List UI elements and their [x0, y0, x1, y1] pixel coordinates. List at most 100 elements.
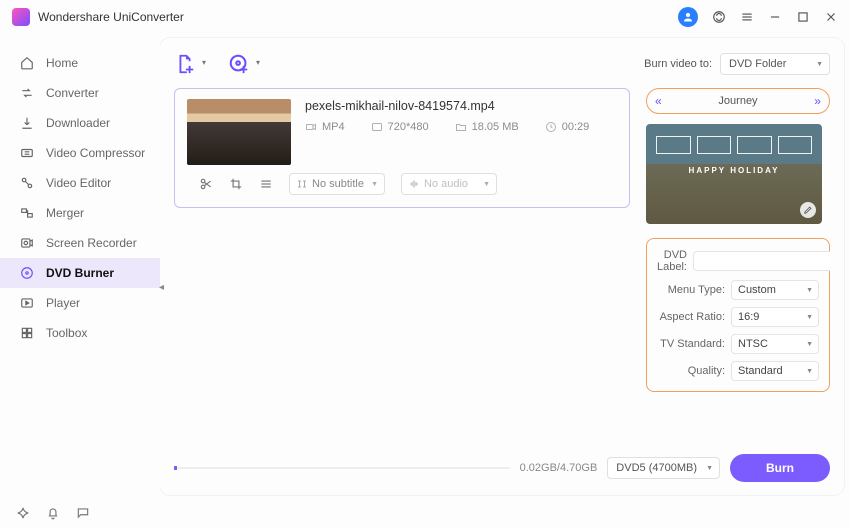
tv-standard-label: TV Standard: — [657, 338, 731, 350]
camera-icon — [305, 121, 317, 133]
menu-type-label: Menu Type: — [657, 284, 731, 296]
clock-icon — [545, 121, 557, 133]
next-template-icon[interactable]: » — [814, 94, 821, 108]
burn-to-value: DVD Folder — [729, 58, 786, 70]
user-avatar-icon[interactable] — [678, 7, 698, 27]
sidebar-item-merger[interactable]: Merger — [0, 198, 160, 228]
sidebar: Home Converter Downloader Video Compress… — [0, 34, 160, 499]
video-column: pexels-mikhail-nilov-8419574.mp4 MP4 720… — [174, 88, 630, 451]
minimize-icon[interactable] — [768, 10, 782, 24]
burn-to-select[interactable]: DVD Folder ▼ — [720, 53, 830, 75]
audio-icon — [408, 178, 420, 190]
disc-type-select[interactable]: DVD5 (4700MB) ▼ — [607, 457, 720, 479]
recorder-icon — [20, 236, 34, 250]
player-icon — [20, 296, 34, 310]
trim-icon[interactable] — [199, 177, 213, 191]
sidebar-item-label: Downloader — [46, 116, 110, 130]
toolbar: ▾ ▾ Burn video to: DVD Folder ▼ — [174, 46, 830, 82]
statusbar — [0, 499, 850, 527]
theme-icon[interactable] — [16, 506, 30, 520]
support-icon[interactable] — [712, 10, 726, 24]
chevron-down-icon: ▾ — [256, 58, 260, 67]
add-file-button[interactable]: ▾ — [174, 53, 196, 75]
sidebar-item-label: Video Editor — [46, 176, 111, 190]
crop-icon[interactable] — [229, 177, 243, 191]
sidebar-item-player[interactable]: Player — [0, 288, 160, 318]
meta-duration: 00:29 — [545, 121, 590, 133]
video-filename: pexels-mikhail-nilov-8419574.mp4 — [305, 99, 617, 113]
editor-icon — [20, 176, 34, 190]
menu-icon[interactable] — [740, 10, 754, 24]
toolbox-icon — [20, 326, 34, 340]
titlebar: Wondershare UniConverter — [0, 0, 850, 34]
sidebar-item-compressor[interactable]: Video Compressor — [0, 138, 160, 168]
meta-size: 18.05 MB — [455, 121, 519, 133]
aspect-ratio-label: Aspect Ratio: — [657, 311, 731, 323]
preview-slots — [656, 136, 812, 154]
body: Home Converter Downloader Video Compress… — [0, 34, 850, 499]
chevron-down-icon: ▼ — [806, 368, 813, 375]
sidebar-item-recorder[interactable]: Screen Recorder — [0, 228, 160, 258]
effects-icon[interactable] — [259, 177, 273, 191]
template-nav: « Journey » — [646, 88, 830, 114]
size-progress-fill — [174, 466, 177, 470]
sidebar-item-label: Player — [46, 296, 80, 310]
titlebar-actions — [678, 7, 838, 27]
home-icon — [20, 56, 34, 70]
edit-template-icon[interactable] — [800, 202, 816, 218]
sidebar-item-label: Converter — [46, 86, 99, 100]
dvd-label-input[interactable] — [693, 251, 830, 271]
aspect-ratio-select[interactable]: 16:9▼ — [731, 307, 819, 327]
chevron-down-icon: ▼ — [806, 287, 813, 294]
audio-select[interactable]: No audio ▼ — [401, 173, 497, 195]
chevron-down-icon: ▼ — [371, 181, 378, 188]
sidebar-collapse-icon[interactable]: ◂ — [159, 282, 164, 293]
sidebar-item-label: Home — [46, 56, 78, 70]
size-text: 0.02GB/4.70GB — [520, 462, 598, 474]
notifications-icon[interactable] — [46, 506, 60, 520]
footer: 0.02GB/4.70GB DVD5 (4700MB) ▼ Burn — [174, 451, 830, 485]
feedback-icon[interactable] — [76, 506, 90, 520]
template-name: Journey — [718, 95, 757, 107]
main-panel: ▾ ▾ Burn video to: DVD Folder ▼ — [160, 38, 844, 495]
maximize-icon[interactable] — [796, 10, 810, 24]
video-thumbnail[interactable] — [187, 99, 291, 165]
sidebar-item-label: Toolbox — [46, 326, 87, 340]
quality-select[interactable]: Standard▼ — [731, 361, 819, 381]
meta-resolution: 720*480 — [371, 121, 429, 133]
size-progress — [174, 467, 510, 469]
chevron-down-icon: ▼ — [483, 181, 490, 188]
resolution-icon — [371, 121, 383, 133]
sidebar-item-home[interactable]: Home — [0, 48, 160, 78]
converter-icon — [20, 86, 34, 100]
template-preview[interactable]: HAPPY HOLIDAY — [646, 124, 822, 224]
sidebar-item-toolbox[interactable]: Toolbox — [0, 318, 160, 348]
chevron-down-icon: ▼ — [806, 314, 813, 321]
video-card: pexels-mikhail-nilov-8419574.mp4 MP4 720… — [174, 88, 630, 208]
content-row: pexels-mikhail-nilov-8419574.mp4 MP4 720… — [174, 88, 830, 451]
merger-icon — [20, 206, 34, 220]
load-disc-button[interactable]: ▾ — [228, 53, 250, 75]
chevron-down-icon: ▼ — [706, 465, 713, 472]
sidebar-item-converter[interactable]: Converter — [0, 78, 160, 108]
sidebar-item-label: Video Compressor — [46, 146, 145, 160]
sidebar-item-downloader[interactable]: Downloader — [0, 108, 160, 138]
app-window: Wondershare UniConverter Home Converter — [0, 0, 850, 527]
compressor-icon — [20, 146, 34, 160]
sidebar-item-editor[interactable]: Video Editor — [0, 168, 160, 198]
subtitle-icon — [296, 178, 308, 190]
sidebar-item-dvdburner[interactable]: DVD Burner — [0, 258, 160, 288]
chevron-down-icon: ▼ — [816, 61, 823, 68]
prev-template-icon[interactable]: « — [655, 94, 662, 108]
quality-label: Quality: — [657, 365, 731, 377]
dvdburner-icon — [20, 266, 34, 280]
app-title: Wondershare UniConverter — [38, 10, 678, 24]
burn-button[interactable]: Burn — [730, 454, 830, 482]
close-icon[interactable] — [824, 10, 838, 24]
menu-type-select[interactable]: Custom▼ — [731, 280, 819, 300]
chevron-down-icon: ▼ — [806, 341, 813, 348]
meta-format: MP4 — [305, 121, 345, 133]
right-column: « Journey » HAPPY HOLIDAY — [646, 88, 830, 451]
tv-standard-select[interactable]: NTSC▼ — [731, 334, 819, 354]
subtitle-select[interactable]: No subtitle ▼ — [289, 173, 385, 195]
